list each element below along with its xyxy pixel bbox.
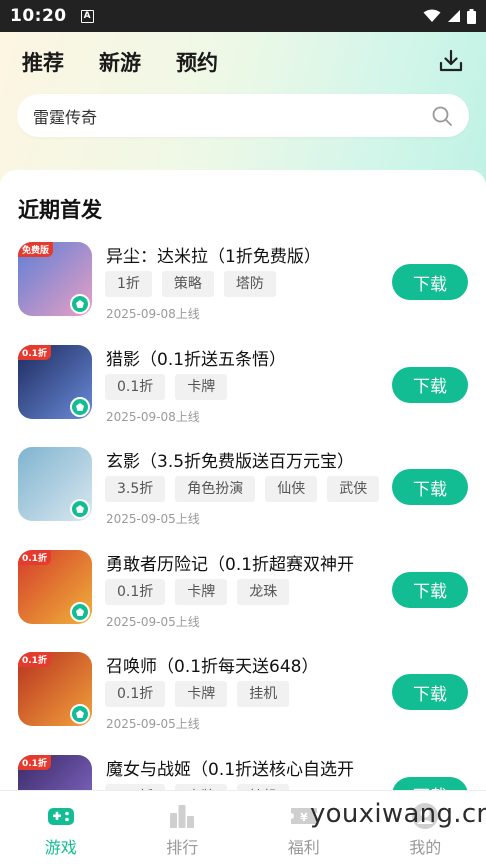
game-corner-badge: 0.1折 [18, 344, 51, 360]
game-row[interactable]: 0.1折魔女与战姬（0.1折送核心自选开0.1折卡牌挂机下载 [0, 754, 486, 790]
game-tags: 0.1折 卡牌 [105, 373, 228, 400]
game-corner-badge: 免费版 [18, 242, 54, 257]
nav-label-profile: 我的 [409, 838, 442, 857]
game-tag: 卡牌 [175, 578, 228, 605]
game-tag: 0.1折 [105, 681, 166, 707]
game-name: 召唤师（0.1折每天送648） [106, 657, 319, 677]
svg-text:¥: ¥ [300, 811, 308, 824]
tab-recommend[interactable]: 推荐 [22, 47, 64, 77]
section-title: 近期首发 [18, 198, 102, 222]
game-icon[interactable]: 0.1折 [18, 549, 92, 624]
notification-icon: A [80, 9, 94, 23]
game-release-date: 2025-09-05上线 [106, 717, 200, 731]
game-tag: 武侠 [327, 476, 380, 502]
gamepad-icon [47, 808, 74, 825]
game-tag: 龙珠 [237, 578, 290, 605]
game-name: 玄影（3.5折免费版送百万元宝） [106, 452, 355, 472]
status-time: 10:20 [10, 6, 67, 26]
game-row[interactable]: 玄影（3.5折免费版送百万元宝） 3.5折 角色扮演 仙侠 武侠 2025-09-05上线… [0, 447, 486, 543]
game-tag: 角色扮演 [175, 476, 256, 502]
game-list-panel: 近期首发 免费版 异尘：达米拉（1折免费版） 1折 策略 塔防 2025-09-08上线下… [0, 170, 486, 790]
game-release-date: 2025-09-05上线 [106, 614, 200, 629]
download-button[interactable]: 下载 [392, 366, 468, 403]
game-row[interactable]: 0.1折 召唤师（0.1折每天送648） 0.1折 卡牌 挂机 2025-09-05上线下… [0, 652, 486, 748]
game-row[interactable]: 0.1折 勇敢者历险记（0.1折超赛双神开 0.1折 卡牌 龙珠 2025-09-05上线… [0, 549, 486, 646]
game-name: 魔女与战姬（0.1折送核心自选开 [106, 759, 355, 780]
game-corner-badge: 0.1折 [18, 754, 51, 770]
game-tag: 0.1折 [105, 578, 166, 605]
verified-badge-icon [70, 396, 90, 417]
nav-item-ranking[interactable]: 排行 [122, 791, 244, 864]
signal-icon [448, 10, 460, 22]
battery-icon [467, 8, 476, 24]
download-button[interactable]: 下载 [392, 571, 468, 608]
verified-badge-icon [70, 601, 90, 622]
game-tag: 卡牌 [175, 373, 228, 400]
game-tag: 卡牌 [175, 681, 228, 707]
download-button[interactable]: 下载 [392, 264, 468, 300]
tab-reserve[interactable]: 预约 [176, 47, 218, 77]
game-icon[interactable]: 免费版 [18, 242, 92, 316]
game-name: 异尘：达米拉（1折免费版） [106, 247, 321, 267]
ranking-icon [170, 805, 195, 828]
game-tag: 1折 [105, 271, 152, 297]
download-manager-icon[interactable] [438, 48, 464, 74]
game-icon[interactable] [18, 447, 92, 521]
game-name: 勇敢者历险记（0.1折超赛双神开 [106, 554, 355, 575]
game-row[interactable]: 0.1折 猎影（0.1折送五条悟） 0.1折 卡牌 2025-09-08上线 下载 [0, 344, 486, 441]
game-tag: 挂机 [237, 681, 290, 707]
game-corner-badge: 0.1折 [18, 652, 51, 667]
search-icon[interactable] [431, 105, 453, 127]
game-release-date: 2025-09-08上线 [106, 409, 200, 424]
verified-badge-icon [70, 499, 90, 519]
nav-label-welfare: 福利 [287, 838, 320, 857]
tab-new-games[interactable]: 新游 [97, 47, 143, 77]
download-button[interactable]: 下载 [392, 674, 468, 710]
game-corner-badge: 0.1折 [18, 549, 51, 565]
status-bar: 10:20 A [0, 0, 486, 32]
game-tag: 3.5折 [105, 476, 166, 502]
search-input[interactable]: 雷霆传奇 [17, 94, 469, 137]
watermark-text: youxiwang.cn [310, 799, 486, 829]
top-tab-bar: 推荐 新游 预约 [0, 32, 486, 92]
game-tag: 0.1折 [105, 373, 166, 400]
nav-label-games: 游戏 [44, 838, 77, 857]
game-tag: 塔防 [223, 271, 276, 297]
download-button[interactable]: 下载 [392, 469, 468, 505]
game-tags: 0.1折 卡牌 龙珠 [105, 578, 290, 605]
game-tags: 3.5折 角色扮演 仙侠 武侠 [105, 476, 380, 502]
download-button[interactable]: 下载 [392, 776, 468, 790]
search-value: 雷霆传奇 [33, 107, 98, 127]
game-row[interactable]: 免费版 异尘：达米拉（1折免费版） 1折 策略 塔防 2025-09-08上线 下载 [0, 242, 486, 338]
wifi-icon [423, 9, 441, 22]
game-release-date: 2025-09-08上线 [106, 307, 200, 321]
game-name: 猎影（0.1折送五条悟） [106, 349, 287, 370]
game-tags: 0.1折卡牌挂机 [105, 681, 290, 707]
game-tag: 仙侠 [265, 476, 318, 502]
nav-label-ranking: 排行 [166, 838, 199, 857]
game-icon[interactable]: 0.1折 [18, 344, 92, 419]
game-release-date: 2025-09-05上线 [106, 512, 200, 526]
game-tags: 1折 策略 塔防 [105, 271, 276, 297]
game-icon[interactable]: 0.1折 [18, 754, 92, 790]
nav-item-games[interactable]: 游戏 [0, 791, 122, 864]
game-tag: 策略 [161, 271, 214, 297]
game-icon[interactable]: 0.1折 [18, 652, 92, 726]
verified-badge-icon [70, 704, 90, 724]
verified-badge-icon [70, 294, 90, 314]
